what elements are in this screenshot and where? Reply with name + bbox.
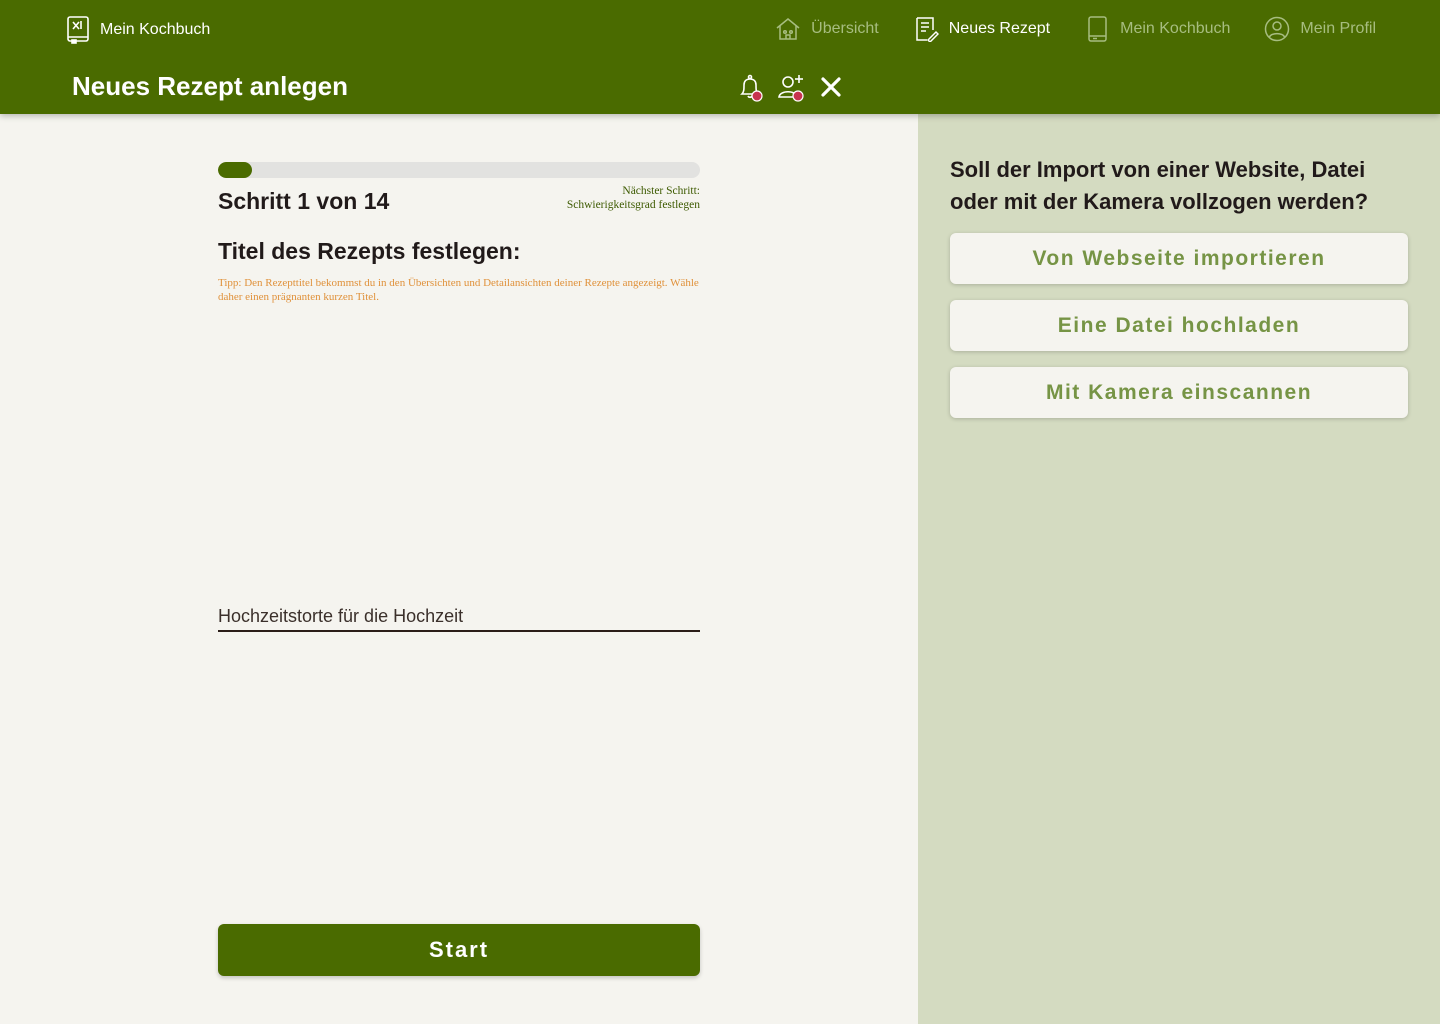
note-edit-icon [915,17,939,42]
progress-bar [218,162,700,178]
cookbook-icon [67,16,89,44]
nav-item-mein-profil[interactable]: Mein Profil [1264,16,1376,42]
wizard-panel: Schritt 1 von 14 Nächster Schritt: Schwi… [0,114,918,1024]
camera-scan-button[interactable]: Mit Kamera einscannen [950,367,1408,418]
nav-item-mein-kochbuch[interactable]: Mein Kochbuch [1084,16,1230,42]
nav-label: Mein Kochbuch [1120,20,1231,37]
import-website-button[interactable]: Von Webseite importieren [950,233,1408,284]
import-panel: Soll der Import von einer Website, Datei… [918,114,1440,1024]
step-label: Schritt 1 von 14 [218,188,390,214]
next-step-info: Nächster Schritt: Schwierigkeitsgrad fes… [567,184,700,212]
nav-item-neues-rezept[interactable]: Neues Rezept [913,16,1050,42]
import-question: Soll der Import von einer Website, Datei… [950,157,1369,214]
next-step-label: Nächster Schritt: [622,185,700,197]
main-nav: Übersicht Neues Rezept Mein Kochbuch Mei… [741,16,1376,42]
nav-label: Übersicht [811,20,879,37]
user-icon [1265,16,1290,42]
brand[interactable]: Mein Kochbuch [66,16,210,44]
book-icon [1088,16,1107,42]
tip-text: Tipp: Den Rezepttitel bekommst du in den… [218,277,699,303]
upload-file-button[interactable]: Eine Datei hochladen [950,300,1408,351]
progress-fill [218,162,252,178]
page-title: Neues Rezept anlegen [72,71,348,101]
section-title: Titel des Rezepts festlegen: [218,238,521,264]
add-user-icon[interactable] [776,72,806,102]
close-icon[interactable] [816,72,846,102]
recipe-title-input[interactable] [218,602,700,632]
header-actions [736,72,856,102]
start-button[interactable]: Start [218,924,700,976]
app-name: Mein Kochbuch [100,21,211,38]
nav-label: Neues Rezept [948,20,1051,37]
home-icon [776,18,800,40]
nav-item-uebersicht[interactable]: Übersicht [775,16,879,42]
nav-label: Mein Profil [1300,20,1376,37]
top-bar: Mein Kochbuch Übersicht Neues Rezept Mei… [0,0,1440,114]
next-step-value: Schwierigkeitsgrad festlegen [566,199,700,211]
notification-bell-icon[interactable] [736,72,766,102]
